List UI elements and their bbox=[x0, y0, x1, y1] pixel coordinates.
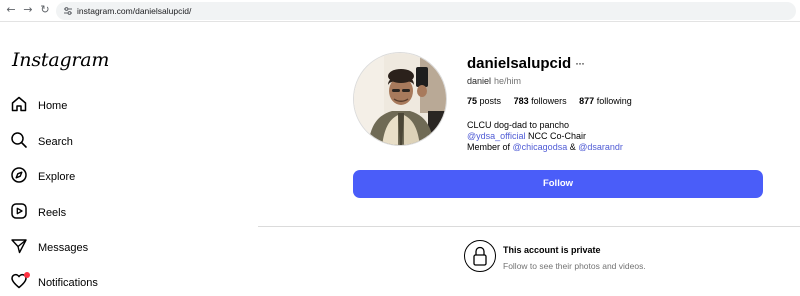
more-options-icon[interactable]: ··· bbox=[575, 56, 585, 70]
reels-icon bbox=[11, 203, 27, 219]
sidebar-item-label: Search bbox=[38, 136, 73, 148]
forward-icon[interactable]: → bbox=[21, 3, 35, 17]
followers-stat[interactable]: 783 followers bbox=[514, 96, 567, 106]
compass-icon bbox=[11, 167, 27, 183]
lock-icon bbox=[473, 246, 487, 266]
site-settings-icon[interactable] bbox=[63, 6, 73, 16]
sidebar: Instagram Home Search Explore Reels Mess… bbox=[0, 23, 258, 289]
url-text: instagram.com/danielsalupcid/ bbox=[77, 6, 192, 16]
bio-mention-link[interactable]: @chicagodsa bbox=[513, 142, 568, 152]
home-icon bbox=[11, 96, 27, 112]
sidebar-item-label: Reels bbox=[38, 207, 67, 219]
sidebar-item-notifications[interactable]: Notifications bbox=[10, 272, 240, 296]
sidebar-item-reels[interactable]: Reels bbox=[10, 202, 240, 226]
profile-username: danielsalupcid bbox=[467, 55, 572, 72]
profile-pronouns: he/him bbox=[494, 76, 522, 86]
private-lock-badge bbox=[464, 240, 496, 272]
address-bar[interactable]: instagram.com/danielsalupcid/ bbox=[56, 2, 796, 20]
following-count: 877 bbox=[579, 96, 595, 106]
sidebar-item-label: Explore bbox=[38, 171, 76, 183]
sidebar-item-label: Notifications bbox=[38, 277, 98, 289]
sidebar-item-search[interactable]: Search bbox=[10, 131, 240, 155]
bio-line: CLCU dog-dad to pancho bbox=[467, 120, 570, 130]
posts-count: 75 bbox=[467, 96, 478, 106]
followers-label: followers bbox=[531, 96, 567, 106]
browser-toolbar: ← → ↻ instagram.com/danielsalupcid/ bbox=[0, 0, 800, 22]
notification-badge bbox=[24, 272, 30, 278]
posts-label: posts bbox=[479, 96, 502, 106]
private-account-subtitle: Follow to see their photos and videos. bbox=[503, 261, 646, 271]
profile-avatar[interactable] bbox=[353, 52, 447, 146]
profile-stats: 75 posts 783 followers 877 following bbox=[467, 96, 642, 106]
back-icon[interactable]: ← bbox=[4, 3, 18, 17]
bio-text: & bbox=[569, 142, 576, 152]
bio-mention-link[interactable]: @ydsa_official bbox=[467, 131, 526, 141]
bio-mention-link[interactable]: @dsarandr bbox=[578, 142, 623, 152]
bio-line: Member of @chicagodsa & @dsarandr bbox=[467, 142, 623, 153]
sidebar-item-label: Messages bbox=[38, 242, 89, 254]
section-divider bbox=[258, 226, 800, 227]
profile-photo bbox=[354, 53, 446, 145]
following-stat[interactable]: 877 following bbox=[579, 96, 632, 106]
sidebar-item-label: Home bbox=[38, 100, 68, 112]
posts-stat: 75 posts bbox=[467, 96, 501, 106]
private-account-title: This account is private bbox=[503, 245, 601, 255]
profile-bio: CLCU dog-dad to pancho @ydsa_official NC… bbox=[467, 120, 623, 153]
profile-full-name: daniel bbox=[467, 76, 492, 86]
followers-count: 783 bbox=[513, 96, 529, 106]
bio-text: NCC Co-Chair bbox=[528, 131, 587, 141]
sidebar-item-messages[interactable]: Messages bbox=[10, 237, 240, 261]
sidebar-item-home[interactable]: Home bbox=[10, 95, 240, 119]
bio-text: Member of bbox=[467, 142, 511, 152]
sidebar-item-explore[interactable]: Explore bbox=[10, 166, 240, 190]
bio-line: @ydsa_official NCC Co-Chair bbox=[467, 131, 623, 142]
follow-button[interactable]: Follow bbox=[353, 170, 763, 198]
search-icon bbox=[11, 132, 27, 148]
following-label: following bbox=[596, 96, 632, 106]
paper-plane-icon bbox=[11, 239, 27, 254]
instagram-logo[interactable]: Instagram bbox=[12, 49, 109, 71]
reload-icon[interactable]: ↻ bbox=[38, 3, 52, 17]
